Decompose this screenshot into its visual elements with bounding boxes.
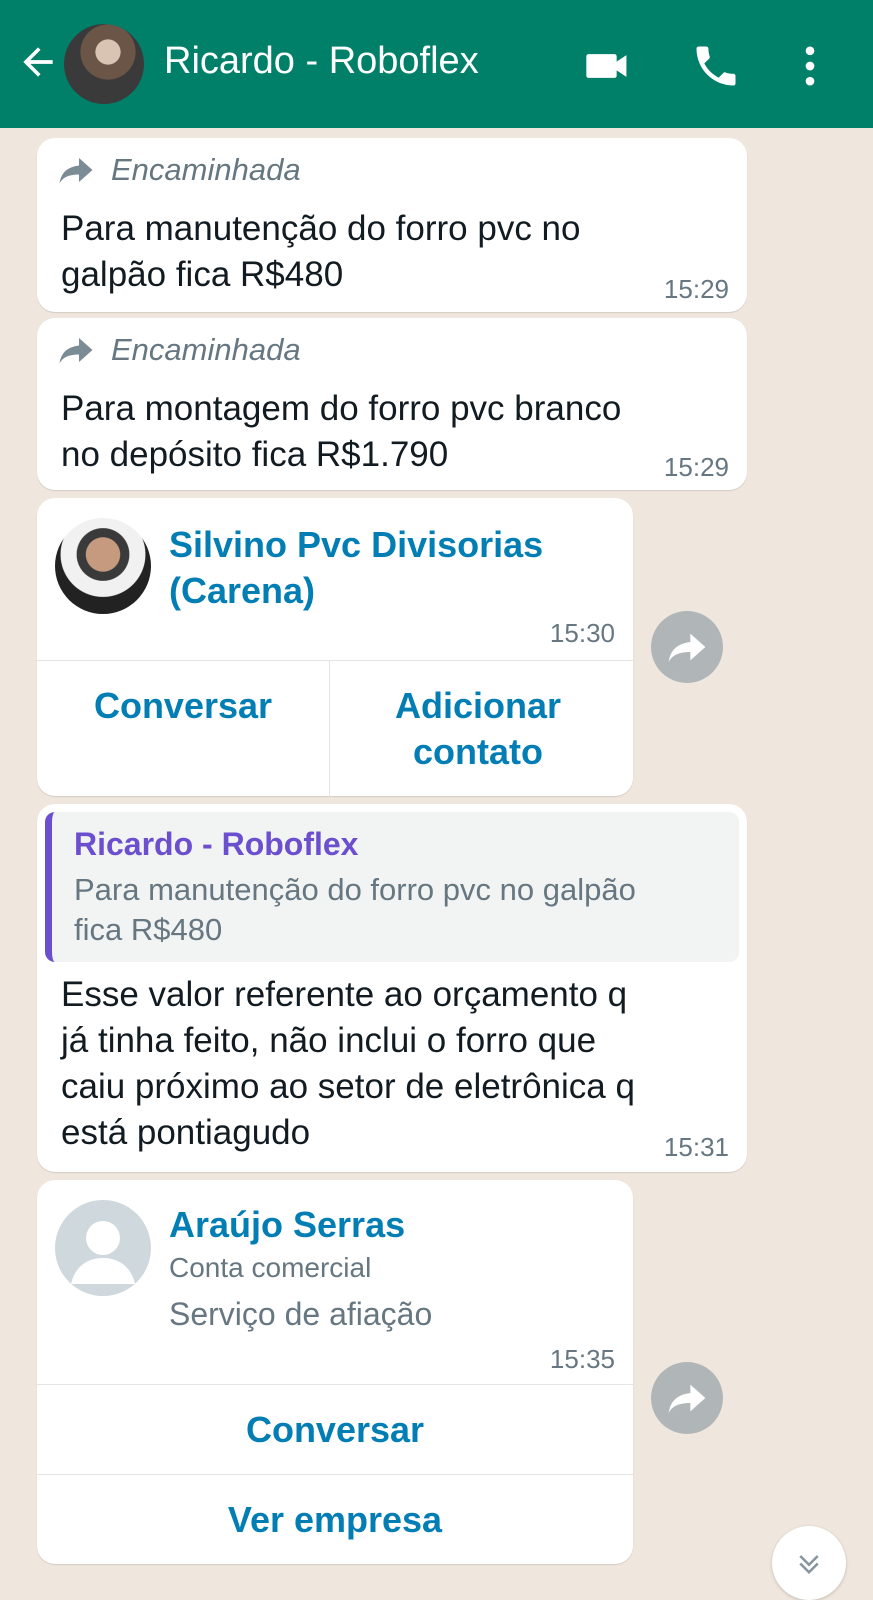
quoted-message[interactable]: Ricardo - Roboflex Para manutenção do fo…	[45, 812, 739, 962]
message-time: 15:29	[663, 452, 729, 482]
message-time: 15:30	[549, 618, 615, 648]
share-arrow-icon	[668, 1384, 706, 1413]
forward-arrow-icon	[59, 338, 93, 364]
message-text: Para montagem do forro pvc branco no dep…	[61, 389, 622, 474]
contact-card-name[interactable]: Araújo Serras	[169, 1202, 405, 1248]
add-contact-button[interactable]: Adicionar contato	[330, 683, 626, 775]
chat-button[interactable]: Conversar	[37, 683, 329, 729]
message-bubble[interactable]: Encaminhada Para montagem do forro pvc b…	[37, 318, 747, 490]
quoted-text: Para manutenção do forro pvc no galpão f…	[74, 872, 636, 947]
contact-card-actions: Conversar Adicionar contato	[37, 660, 633, 797]
view-business-button[interactable]: Ver empresa	[37, 1497, 633, 1543]
more-options-icon[interactable]	[784, 40, 836, 92]
message-text: Para manutenção do forro pvc no galpão f…	[61, 209, 581, 294]
business-contact-card[interactable]: Araújo Serras Conta comercial Serviço de…	[37, 1180, 633, 1564]
contact-card-actions: Conversar	[37, 1384, 633, 1475]
chat-button[interactable]: Conversar	[37, 1407, 633, 1453]
message-time: 15:35	[549, 1344, 615, 1374]
contact-photo	[55, 518, 151, 614]
contact-card-name[interactable]: Silvino Pvc Divisorias (Carena)	[169, 522, 543, 614]
back-arrow-icon[interactable]	[16, 40, 60, 84]
contact-name[interactable]: Ricardo - Roboflex	[164, 40, 479, 83]
message-time: 15:31	[663, 1132, 729, 1162]
forward-share-button[interactable]	[651, 611, 723, 683]
forward-share-button[interactable]	[651, 1362, 723, 1434]
chevron-down-icon	[799, 1555, 819, 1575]
share-arrow-icon	[668, 633, 706, 662]
contact-avatar[interactable]	[64, 24, 144, 104]
default-avatar-icon	[55, 1200, 151, 1296]
reply-message-bubble[interactable]: Ricardo - Roboflex Para manutenção do fo…	[37, 804, 747, 1172]
forwarded-label: Encaminhada	[57, 152, 301, 188]
scroll-down-button[interactable]	[772, 1526, 846, 1600]
phone-icon[interactable]	[690, 40, 742, 92]
contact-card-actions: Ver empresa	[37, 1474, 633, 1565]
message-text: Esse valor referente ao orçamento q já t…	[61, 975, 635, 1152]
forwarded-label: Encaminhada	[57, 332, 301, 368]
chat-header: Ricardo - Roboflex	[0, 0, 873, 128]
business-description: Serviço de afiação	[169, 1296, 433, 1332]
business-label: Conta comercial	[169, 1252, 372, 1283]
message-time: 15:29	[663, 274, 729, 304]
contact-card[interactable]: Silvino Pvc Divisorias (Carena) 15:30 Co…	[37, 498, 633, 797]
video-call-icon[interactable]	[582, 40, 634, 92]
forward-arrow-icon	[59, 158, 93, 184]
quoted-author: Ricardo - Roboflex	[74, 826, 359, 862]
message-bubble[interactable]: Encaminhada Para manutenção do forro pvc…	[37, 138, 747, 312]
chat-area: Encaminhada Para manutenção do forro pvc…	[0, 128, 873, 1600]
